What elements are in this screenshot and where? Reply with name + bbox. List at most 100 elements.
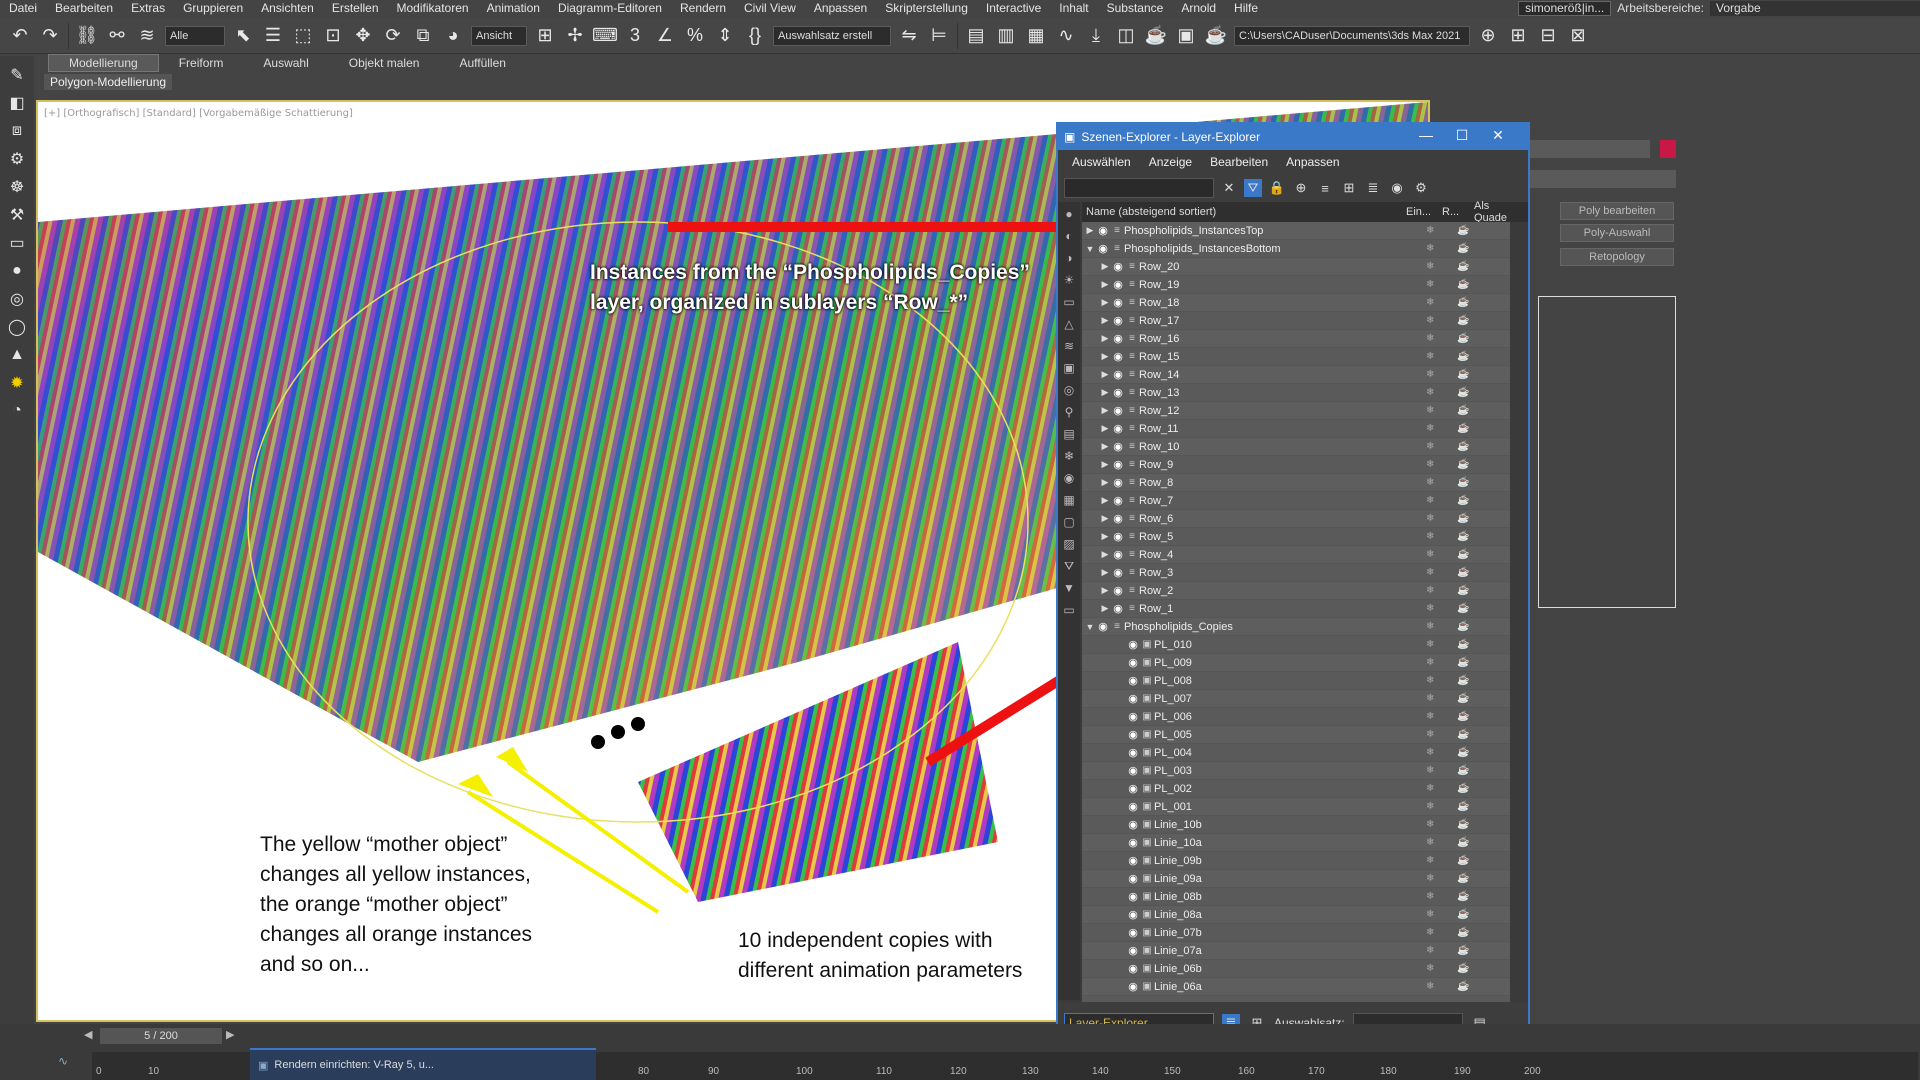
renderable-icon[interactable]: ☕	[1457, 441, 1469, 452]
utilities-icon[interactable]: ⚒	[6, 204, 28, 226]
layer-row[interactable]: ▶ ◉ ≡ Row_13 ❄ ☕	[1082, 384, 1510, 402]
display-icon[interactable]: ☸	[6, 176, 28, 198]
render-setup-icon[interactable]: ☕	[1144, 24, 1168, 48]
layer-row[interactable]: ▼ ◉ ≡ Phospholipids_Copies ❄ ☕	[1082, 618, 1510, 636]
display-invert-icon[interactable]: ▨	[1061, 536, 1077, 552]
angle-snap-icon[interactable]: ∠	[653, 24, 677, 48]
renderable-icon[interactable]: ☕	[1457, 225, 1469, 236]
renderable-icon[interactable]: ☕	[1457, 819, 1469, 830]
rendered-frame-icon[interactable]: ▣	[1174, 24, 1198, 48]
renderable-icon[interactable]: ☕	[1457, 837, 1469, 848]
freeze-icon[interactable]: ❄	[1426, 711, 1434, 722]
renderable-icon[interactable]: ☕	[1457, 495, 1469, 506]
layer-row[interactable]: ◉ ▣ Linie_09b ❄ ☕	[1082, 852, 1510, 870]
time-prev-icon[interactable]: ◀	[84, 1028, 98, 1044]
expand-arrow-icon[interactable]: ▶	[1099, 459, 1111, 470]
poly-edit-button[interactable]: Poly bearbeiten	[1560, 202, 1674, 220]
visibility-eye-icon[interactable]: ◉	[1126, 746, 1140, 759]
ribbon-tab-objekt-malen[interactable]: Objekt malen	[329, 54, 440, 72]
visibility-eye-icon[interactable]: ◉	[1111, 584, 1125, 597]
renderable-icon[interactable]: ☕	[1457, 639, 1469, 650]
renderable-icon[interactable]: ☕	[1457, 567, 1469, 578]
visibility-eye-icon[interactable]: ◉	[1111, 458, 1125, 471]
cylinder-icon[interactable]: ◎	[6, 288, 28, 310]
camera-filter-icon[interactable]: ▭	[1061, 602, 1077, 618]
freeze-icon[interactable]: ❄	[1426, 495, 1434, 506]
freeze-icon[interactable]: ❄	[1426, 225, 1434, 236]
object-name-field[interactable]	[1530, 140, 1650, 158]
menu-item-erstellen[interactable]: Erstellen	[323, 1, 388, 15]
display-all-icon-2[interactable]: ▦	[1061, 492, 1077, 508]
renderable-icon[interactable]: ☕	[1457, 459, 1469, 470]
torus-icon[interactable]: ◯	[6, 316, 28, 338]
visibility-eye-icon[interactable]: ◉	[1111, 494, 1125, 507]
freeze-icon[interactable]: ❄	[1426, 369, 1434, 380]
select-object-icon[interactable]: ⬉	[231, 24, 255, 48]
freeze-icon[interactable]: ❄	[1426, 531, 1434, 542]
filter-icon[interactable]: ⛛	[1244, 179, 1262, 197]
helper-icon[interactable]: ◔	[6, 400, 28, 422]
renderable-icon[interactable]: ☕	[1457, 513, 1469, 524]
layer-row[interactable]: ◉ ▣ PL_010 ❄ ☕	[1082, 636, 1510, 654]
layer-row[interactable]: ▶ ◉ ≡ Row_16 ❄ ☕	[1082, 330, 1510, 348]
expand-arrow-icon[interactable]: ▶	[1099, 603, 1111, 614]
menu-item-substance[interactable]: Substance	[1098, 1, 1173, 15]
freeze-icon[interactable]: ❄	[1426, 747, 1434, 758]
visibility-eye-icon[interactable]: ◉	[1126, 818, 1140, 831]
toggle-ribbon-icon[interactable]: ▥	[994, 24, 1018, 48]
renderable-icon[interactable]: ☕	[1457, 765, 1469, 776]
expand-arrow-icon[interactable]: ▶	[1099, 423, 1111, 434]
renderable-icon[interactable]: ☕	[1457, 603, 1469, 614]
render-column-header[interactable]: R...	[1442, 206, 1474, 218]
placement-icon[interactable]: ◕	[441, 24, 465, 48]
layer-row[interactable]: ◉ ▣ PL_006 ❄ ☕	[1082, 708, 1510, 726]
renderable-icon[interactable]: ☕	[1457, 261, 1469, 272]
new-layer-icon[interactable]: ⊕	[1292, 179, 1310, 197]
freeze-icon[interactable]: ❄	[1426, 387, 1434, 398]
display-containers-icon[interactable]: ▤	[1061, 426, 1077, 442]
ribbon-tab-modellierung[interactable]: Modellierung	[48, 54, 159, 72]
visibility-eye-icon[interactable]: ◉	[1111, 278, 1125, 291]
manipulate-icon[interactable]: ✢	[563, 24, 587, 48]
select-by-name-icon[interactable]: ☰	[261, 24, 285, 48]
visibility-eye-icon[interactable]: ◉	[1126, 890, 1140, 903]
display-none-icon[interactable]: ▢	[1061, 514, 1077, 530]
renderable-icon[interactable]: ☕	[1457, 801, 1469, 812]
visibility-eye-icon[interactable]: ◉	[1111, 422, 1125, 435]
expand-arrow-icon[interactable]: ▶	[1084, 225, 1096, 236]
expand-arrow-icon[interactable]: ▶	[1099, 477, 1111, 488]
explorer-menu-ausw-hlen[interactable]: Auswählen	[1072, 155, 1131, 169]
renderable-icon[interactable]: ☕	[1457, 873, 1469, 884]
freeze-icon[interactable]: ❄	[1426, 549, 1434, 560]
renderable-icon[interactable]: ☕	[1457, 279, 1469, 290]
layer-row[interactable]: ◉ ▣ PL_007 ❄ ☕	[1082, 690, 1510, 708]
freeze-icon[interactable]: ❄	[1426, 459, 1434, 470]
renderable-icon[interactable]: ☕	[1457, 243, 1469, 254]
display-geometry-icon[interactable]: ◐	[1061, 228, 1077, 244]
menu-item-modifikatoren[interactable]: Modifikatoren	[388, 1, 478, 15]
scale-icon[interactable]: ⧉	[411, 24, 435, 48]
visibility-eye-icon[interactable]: ◉	[1126, 782, 1140, 795]
freeze-icon[interactable]: ❄	[1426, 567, 1434, 578]
layer-row[interactable]: ◉ ▣ PL_008 ❄ ☕	[1082, 672, 1510, 690]
freeze-icon[interactable]: ❄	[1426, 603, 1434, 614]
menu-item-hilfe[interactable]: Hilfe	[1225, 1, 1267, 15]
renderable-icon[interactable]: ☕	[1457, 711, 1469, 722]
visibility-eye-icon[interactable]: ◉	[1126, 638, 1140, 651]
menu-item-bearbeiten[interactable]: Bearbeiten	[46, 1, 122, 15]
menu-item-anpassen[interactable]: Anpassen	[805, 1, 876, 15]
box-column-header[interactable]: Als Quade	[1474, 200, 1524, 224]
clear-search-icon[interactable]: ✕	[1220, 179, 1238, 197]
visibility-eye-icon[interactable]: ◉	[1111, 260, 1125, 273]
renderable-icon[interactable]: ☕	[1457, 351, 1469, 362]
spinner-snap-icon[interactable]: ⇕	[713, 24, 737, 48]
add-to-layer-icon[interactable]: ≡	[1316, 179, 1334, 197]
ribbon-tab-freiform[interactable]: Freiform	[159, 54, 244, 72]
layer-row[interactable]: ▶ ◉ ≡ Row_4 ❄ ☕	[1082, 546, 1510, 564]
freeze-icon[interactable]: ❄	[1426, 351, 1434, 362]
freeze-icon[interactable]: ❄	[1426, 909, 1434, 920]
visibility-eye-icon[interactable]: ◉	[1111, 386, 1125, 399]
visibility-eye-icon[interactable]: ◉	[1126, 944, 1140, 957]
modifier-list-select[interactable]	[1530, 170, 1676, 188]
expand-arrow-icon[interactable]: ▶	[1099, 369, 1111, 380]
